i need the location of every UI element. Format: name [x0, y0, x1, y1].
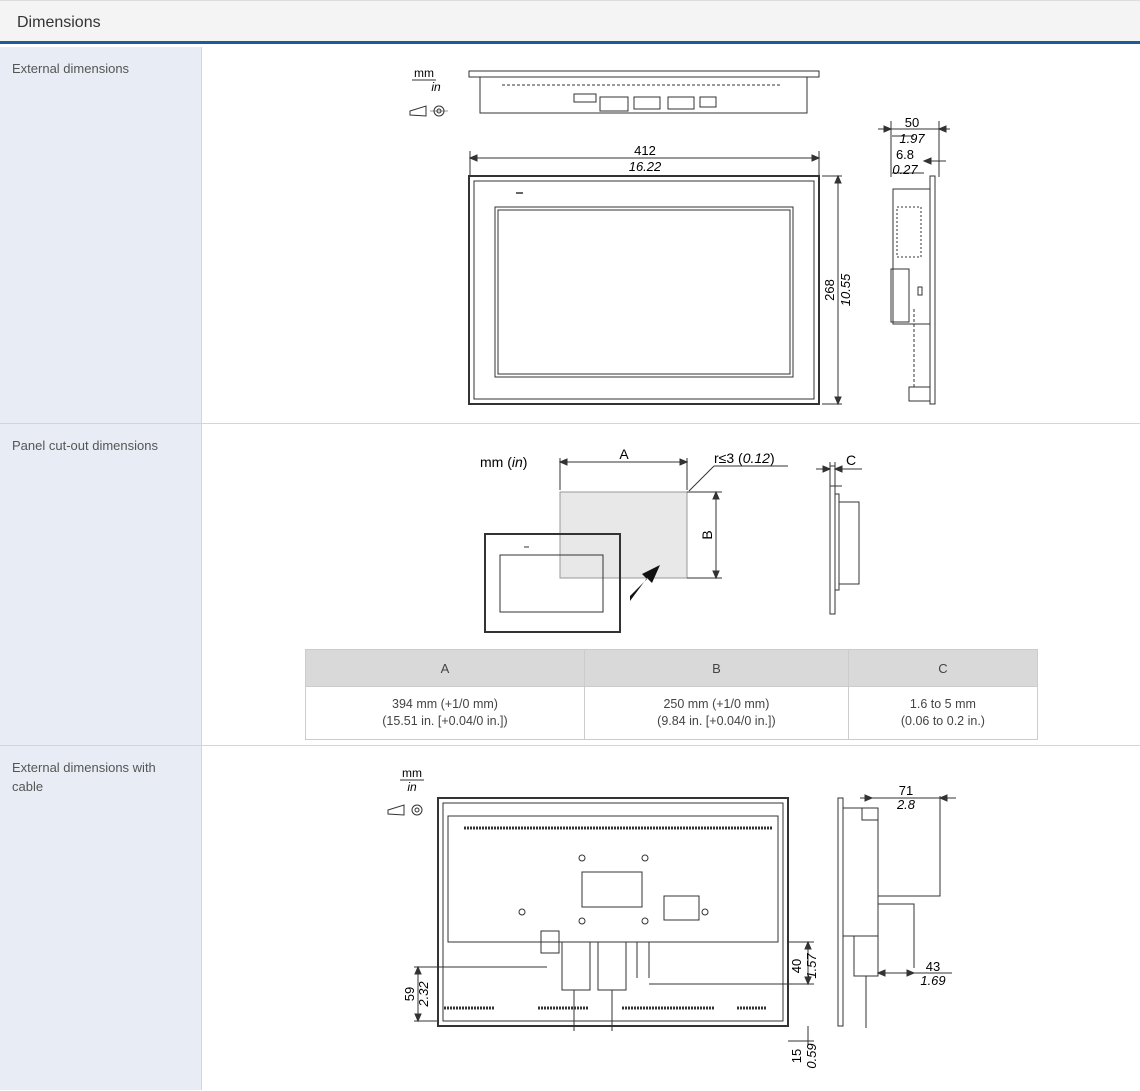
unit-mm: mm [402, 766, 422, 780]
cable-figure: mm in 59 2.32 40 1.57 15 0.59 71 2.8 43 … [202, 746, 1140, 1090]
d43-in: 1.69 [920, 973, 945, 988]
height-in: 10.55 [838, 273, 853, 306]
d59-mm: 59 [402, 987, 417, 1001]
unit-in: in [431, 80, 441, 94]
section-title: Dimensions [17, 14, 101, 31]
external-dimensions-drawing: mm in 412 16.22 268 10.55 50 1.97 6.8 0.… [409, 66, 950, 406]
panel-cutout-figure: mm (in) A r≤3 (0.12) B C A B C 394 mm (+… [202, 424, 1140, 745]
bezel-in: 0.27 [892, 162, 918, 177]
bezel-mm: 6.8 [896, 147, 914, 162]
radius-in: 0.12 [743, 450, 770, 466]
a-dimension [558, 458, 689, 490]
projection-symbol-icon [409, 105, 448, 117]
projection-symbol-icon [387, 804, 423, 816]
d71-mm: 71 [899, 783, 913, 798]
width-mm: 412 [634, 143, 656, 158]
a-label: A [619, 446, 629, 462]
d59-in: 2.32 [416, 981, 431, 1008]
unit-in: in [407, 780, 417, 794]
radius-prefix: r≤3 ( [714, 450, 743, 466]
d40-in: 1.57 [804, 953, 819, 979]
table-cell: 1.6 to 5 mm (0.06 to 0.2 in.) [847, 686, 1039, 740]
cutout-unit-label: mm ( [480, 454, 512, 470]
table-header: A [305, 649, 585, 687]
table-header: C [847, 649, 1039, 687]
d15-in: 0.59 [804, 1043, 819, 1068]
side-view [890, 175, 936, 405]
cutout-unit-in: in [512, 454, 523, 470]
dim-40 [649, 940, 814, 1046]
cable-dimensions-drawing: mm in 59 2.32 40 1.57 15 0.59 71 2.8 43 … [387, 766, 956, 1069]
d15-mm: 15 [789, 1049, 804, 1063]
row-label: External dimensions [12, 61, 130, 76]
cutout-side-view [829, 465, 860, 615]
section-header: Dimensions [0, 0, 1140, 44]
depth-in: 1.97 [899, 131, 925, 146]
table-cell: 394 mm (+1/0 mm) (15.51 in. [+0.04/0 in.]… [305, 686, 585, 740]
top-view [468, 70, 820, 114]
panel-cutout-drawing: mm (in) A r≤3 (0.12) B C [480, 446, 862, 633]
b-label: B [699, 530, 715, 539]
rear-view [437, 797, 789, 1031]
d71-in: 2.8 [896, 797, 916, 812]
height-mm: 268 [822, 279, 837, 301]
cable-side-view [837, 796, 941, 1028]
table-header: B [583, 649, 849, 687]
row-label: Panel cut-out dimensions [12, 438, 158, 453]
cutout-table: A B C 394 mm (+1/0 mm) (15.51 in. [+0.04/… [305, 649, 1039, 740]
d43-mm: 43 [926, 959, 940, 974]
row-panel-cutout: Panel cut-out dimensions mm (in) A r≤3 (… [0, 424, 1140, 746]
svg-text:r≤3 (0.12): r≤3 (0.12) [714, 450, 775, 466]
cutout-unit-close: ) [523, 454, 528, 470]
c-label: C [846, 452, 856, 468]
table-cell: 250 mm (+1/0 mm) (9.84 in. [+0.04/0 in.]) [583, 686, 849, 740]
dim-59 [414, 965, 547, 1023]
depth-mm: 50 [905, 115, 919, 130]
svg-text:mm (in): mm (in) [480, 454, 527, 470]
row-external-dimensions: External dimensions mm in 412 16.22 268 … [0, 47, 1140, 424]
width-in: 16.22 [629, 159, 662, 174]
d40-mm: 40 [789, 959, 804, 973]
front-view [468, 175, 820, 405]
external-dimensions-figure: mm in 412 16.22 268 10.55 50 1.97 6.8 0.… [202, 47, 1140, 423]
row-label: External dimensions with cable [12, 760, 156, 794]
radius-suffix: ) [770, 450, 775, 466]
unit-mm: mm [414, 66, 434, 80]
row-external-with-cable: External dimensions with cable mm in 59 … [0, 746, 1140, 1090]
